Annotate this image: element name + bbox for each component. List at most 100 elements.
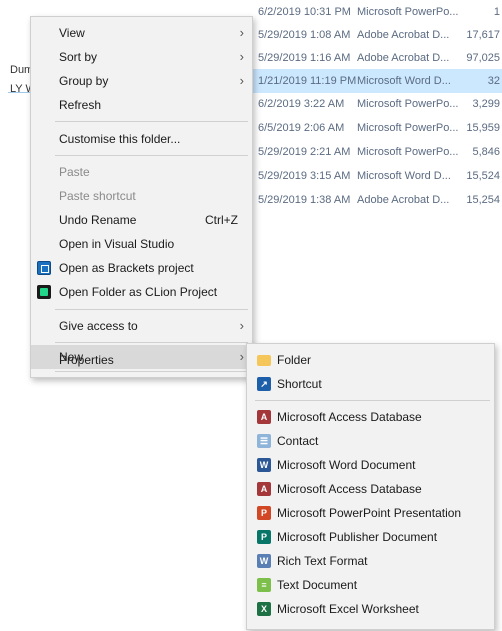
date-modified: 1/21/2019 11:19 PM [258,75,357,87]
date-modified: 5/29/2019 2:21 AM [258,146,351,158]
file-type: Adobe Acrobat D... [357,29,450,41]
menu-item-label: Properties [59,353,114,367]
menu-item-label: View [59,26,85,40]
file-type: Microsoft Word D... [357,75,451,87]
keyboard-shortcut: Ctrl+Z [205,213,238,227]
menu-item-label: Microsoft Access Database [277,482,422,496]
menu-separator [255,400,490,401]
date-modified: 5/29/2019 3:15 AM [258,170,351,182]
date-modified: 6/2/2019 3:22 AM [258,98,345,110]
file-type: Microsoft PowerPo... [357,6,459,18]
chevron-right-icon: › [239,49,244,64]
menu-separator [55,342,248,343]
file-row-selected[interactable]: 1/21/2019 11:19 PM Microsoft Word D... 3… [250,69,502,93]
file-row[interactable]: 6/2/2019 3:22 AM Microsoft PowerPo... 3,… [250,92,502,116]
powerpoint-icon: P [257,506,271,520]
menu-item-label: Open as Brackets project [59,261,194,275]
menu-item-label: Microsoft Word Document [277,458,416,472]
file-type: Microsoft PowerPo... [357,98,459,110]
new-item-access-2[interactable]: A Microsoft Access Database [247,477,494,501]
menu-item-customise-folder[interactable]: Customise this folder... [31,127,252,151]
menu-item-label: Shortcut [277,377,322,391]
context-menu: View › Sort by › Group by › Refresh Cust… [30,16,253,378]
file-size: 1 [493,6,500,18]
menu-item-label: Give access to [59,319,138,333]
date-modified: 6/2/2019 10:31 PM [258,6,351,18]
menu-item-give-access[interactable]: Give access to › [31,314,252,338]
menu-item-open-visual-studio[interactable]: Open in Visual Studio [31,232,252,256]
file-row[interactable]: 5/29/2019 3:15 AM Microsoft Word D... 15… [250,164,502,188]
brackets-icon [37,261,51,275]
file-row[interactable]: 5/29/2019 1:38 AM Adobe Acrobat D... 15,… [250,188,502,212]
file-size: 3,299 [472,98,500,110]
menu-item-label: Folder [277,353,312,367]
file-row[interactable]: 5/29/2019 1:08 AM Adobe Acrobat D... 17,… [250,23,502,47]
new-item-excel[interactable]: X Microsoft Excel Worksheet [247,597,494,621]
selection-line [8,92,32,93]
menu-item-label: Open in Visual Studio [59,237,175,251]
new-item-powerpoint[interactable]: P Microsoft PowerPoint Presentation [247,501,494,525]
chevron-right-icon: › [239,318,244,333]
menu-item-group-by[interactable]: Group by › [31,69,252,93]
new-item-publisher[interactable]: P Microsoft Publisher Document [247,525,494,549]
chevron-right-icon: › [239,73,244,88]
file-type: Adobe Acrobat D... [357,194,450,206]
menu-item-sort-by[interactable]: Sort by › [31,45,252,69]
file-row[interactable]: 5/29/2019 2:21 AM Microsoft PowerPo... 5… [250,140,502,164]
access-icon: A [257,482,271,496]
new-folder-item[interactable]: Folder [247,348,494,372]
menu-separator [55,121,248,122]
menu-item-label: Open Folder as CLion Project [59,285,218,299]
file-size: 15,524 [466,170,500,182]
new-item-contact[interactable]: ☰ Contact [247,429,494,453]
file-size: 32 [487,75,500,87]
menu-item-paste-shortcut[interactable]: Paste shortcut [31,184,252,208]
file-row[interactable]: 6/2/2019 10:31 PM Microsoft PowerPo... 1 [250,0,502,24]
menu-item-open-brackets[interactable]: Open as Brackets project [31,256,252,280]
menu-item-open-clion[interactable]: Open Folder as CLion Project [31,280,252,304]
menu-item-label: Customise this folder... [59,132,181,146]
menu-item-label: Refresh [59,98,102,112]
publisher-icon: P [257,530,271,544]
date-modified: 5/29/2019 1:08 AM [258,29,351,41]
new-item-text-document[interactable]: ≡ Text Document [247,573,494,597]
menu-item-label: Microsoft Excel Worksheet [277,602,419,616]
file-size: 17,617 [466,29,500,41]
menu-item-properties[interactable]: Properties [31,348,250,372]
file-size: 97,025 [466,52,500,64]
menu-item-label: Sort by [59,50,98,64]
new-item-access[interactable]: A Microsoft Access Database [247,405,494,429]
chevron-right-icon: › [239,25,244,40]
menu-item-label: Paste [59,165,90,179]
menu-item-label: Rich Text Format [277,554,368,568]
date-modified: 5/29/2019 1:16 AM [258,52,351,64]
access-icon: A [257,410,271,424]
menu-item-label: Group by [59,74,109,88]
text-document-icon: ≡ [257,578,271,592]
folder-icon [257,355,271,366]
menu-item-view[interactable]: View › [31,21,252,45]
file-size: 5,846 [472,146,500,158]
file-type: Microsoft PowerPo... [357,122,459,134]
menu-item-paste[interactable]: Paste [31,160,252,184]
new-shortcut-item[interactable]: ↗ Shortcut [247,372,494,396]
contact-icon: ☰ [257,434,271,448]
new-submenu: Folder ↗ Shortcut A Microsoft Access Dat… [246,343,495,630]
file-row[interactable]: 6/5/2019 2:06 AM Microsoft PowerPo... 15… [250,116,502,140]
menu-item-label: Microsoft PowerPoint Presentation [277,506,462,520]
menu-item-label: Undo Rename [59,213,137,227]
new-item-word[interactable]: W Microsoft Word Document [247,453,494,477]
menu-item-label: Text Document [277,578,358,592]
new-item-rtf[interactable]: W Rich Text Format [247,549,494,573]
menu-item-label: Paste shortcut [59,189,136,203]
word-icon: W [257,458,271,472]
menu-item-label: Microsoft Publisher Document [277,530,438,544]
date-modified: 6/5/2019 2:06 AM [258,122,345,134]
menu-item-refresh[interactable]: Refresh [31,93,252,117]
file-size: 15,254 [466,194,500,206]
menu-separator [55,155,248,156]
date-modified: 5/29/2019 1:38 AM [258,194,351,206]
file-row[interactable]: 5/29/2019 1:16 AM Adobe Acrobat D... 97,… [250,46,502,70]
menu-separator [55,309,248,310]
menu-item-undo-rename[interactable]: Undo Rename Ctrl+Z [31,208,252,232]
